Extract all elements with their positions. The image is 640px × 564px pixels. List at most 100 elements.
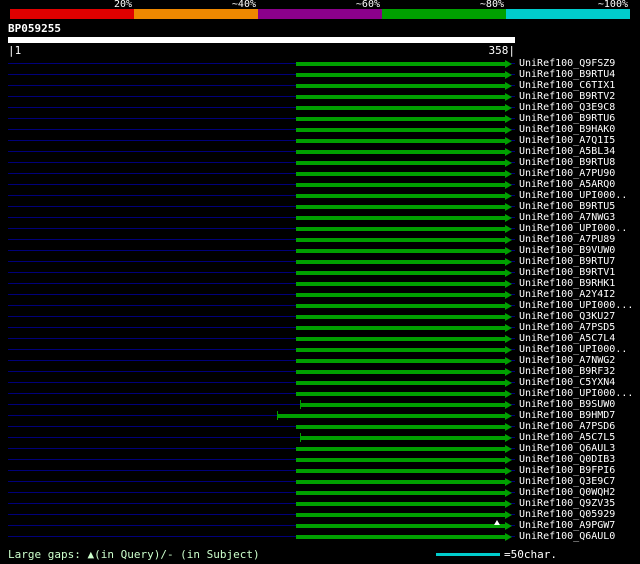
hit-row: UniRef100_B9RTU5 bbox=[0, 201, 640, 212]
alignment-bar[interactable] bbox=[296, 293, 505, 297]
alignment-bar[interactable] bbox=[296, 271, 505, 275]
alignment-bar[interactable] bbox=[296, 524, 505, 528]
alignment-bar[interactable] bbox=[296, 161, 505, 165]
alignment-bar[interactable] bbox=[296, 128, 505, 132]
alignment-bar[interactable] bbox=[296, 513, 505, 517]
alignment-bar[interactable] bbox=[296, 469, 505, 473]
alignment-bar[interactable] bbox=[296, 106, 505, 110]
hit-label[interactable]: UniRef100_A7PU90 bbox=[519, 168, 615, 179]
hit-label[interactable]: UniRef100_Q9FSZ9 bbox=[519, 58, 615, 69]
alignment-bar[interactable] bbox=[296, 117, 505, 121]
hit-label[interactable]: UniRef100_UPI000... bbox=[519, 388, 633, 399]
alignment-bar[interactable] bbox=[296, 216, 505, 220]
alignment-bar[interactable] bbox=[296, 183, 505, 187]
hit-label[interactable]: UniRef100_A5ARQ0 bbox=[519, 179, 615, 190]
alignment-bar[interactable] bbox=[277, 414, 505, 418]
hit-label[interactable]: UniRef100_B9RF32 bbox=[519, 366, 615, 377]
hit-label[interactable]: UniRef100_C5YXN4 bbox=[519, 377, 615, 388]
alignment-bar[interactable] bbox=[296, 249, 505, 253]
hit-label[interactable]: UniRef100_B9RTU5 bbox=[519, 201, 615, 212]
hit-label[interactable]: UniRef100_A7NWG3 bbox=[519, 212, 615, 223]
alignment-bar[interactable] bbox=[300, 436, 505, 440]
hit-label[interactable]: UniRef100_Q3E9C7 bbox=[519, 476, 615, 487]
hit-label[interactable]: UniRef100_A7PU89 bbox=[519, 234, 615, 245]
alignment-bar[interactable] bbox=[296, 381, 505, 385]
hit-label[interactable]: UniRef100_B9RHK1 bbox=[519, 278, 615, 289]
alignment-bar[interactable] bbox=[296, 282, 505, 286]
alignment-bar[interactable] bbox=[296, 337, 505, 341]
alignment-bar[interactable] bbox=[296, 480, 505, 484]
large-gap-marker-icon bbox=[494, 520, 500, 525]
alignment-bar[interactable] bbox=[296, 172, 505, 176]
hit-label[interactable]: UniRef100_A7NWG2 bbox=[519, 355, 615, 366]
hit-label[interactable]: UniRef100_UPI000.. bbox=[519, 344, 627, 355]
hit-label[interactable]: UniRef100_B9FPI6 bbox=[519, 465, 615, 476]
hit-label[interactable]: UniRef100_B9RTU6 bbox=[519, 113, 615, 124]
scale-label: 20% bbox=[113, 0, 132, 10]
hit-label[interactable]: UniRef100_Q0DIB3 bbox=[519, 454, 615, 465]
alignment-arrowhead-icon bbox=[505, 148, 512, 156]
alignment-bar[interactable] bbox=[296, 227, 505, 231]
blast-graphic-overview: 20% ~40% ~60% ~80% ~100% BP059255 |1 358| Un… bbox=[0, 0, 640, 564]
hit-label[interactable]: UniRef100_C6TIX1 bbox=[519, 80, 615, 91]
alignment-bar[interactable] bbox=[296, 194, 505, 198]
hit-row: UniRef100_UPI000... bbox=[0, 388, 640, 399]
hit-label[interactable]: UniRef100_A5C7L4 bbox=[519, 333, 615, 344]
hit-label[interactable]: UniRef100_B9SUW0 bbox=[519, 399, 615, 410]
alignment-bar[interactable] bbox=[296, 260, 505, 264]
alignment-bar[interactable] bbox=[296, 535, 505, 539]
hit-label[interactable]: UniRef100_B9RTU4 bbox=[519, 69, 615, 80]
hit-row: UniRef100_C6TIX1 bbox=[0, 80, 640, 91]
alignment-arrowhead-icon bbox=[505, 522, 512, 530]
alignment-bar[interactable] bbox=[296, 73, 505, 77]
alignment-bar[interactable] bbox=[296, 458, 505, 462]
alignment-bar[interactable] bbox=[296, 348, 505, 352]
hit-label[interactable]: UniRef100_Q3KU27 bbox=[519, 311, 615, 322]
alignment-bar[interactable] bbox=[296, 447, 505, 451]
hit-label[interactable]: UniRef100_Q05929 bbox=[519, 509, 615, 520]
alignment-bar[interactable] bbox=[296, 392, 505, 396]
alignment-bar[interactable] bbox=[300, 403, 505, 407]
alignment-bar[interactable] bbox=[296, 304, 505, 308]
hit-label[interactable]: UniRef100_UPI000.. bbox=[519, 223, 627, 234]
hit-label[interactable]: UniRef100_B9RTU7 bbox=[519, 256, 615, 267]
alignment-bar[interactable] bbox=[296, 84, 505, 88]
alignment-bar[interactable] bbox=[296, 491, 505, 495]
alignment-bar[interactable] bbox=[296, 139, 505, 143]
hit-label[interactable]: UniRef100_B9VUW0 bbox=[519, 245, 615, 256]
alignment-bar[interactable] bbox=[296, 150, 505, 154]
hit-label[interactable]: UniRef100_Q0WQH2 bbox=[519, 487, 615, 498]
hit-label[interactable]: UniRef100_Q6AUL3 bbox=[519, 443, 615, 454]
hit-label[interactable]: UniRef100_A5C7L5 bbox=[519, 432, 615, 443]
alignment-bar[interactable] bbox=[296, 370, 505, 374]
alignment-bar[interactable] bbox=[296, 205, 505, 209]
alignment-bar[interactable] bbox=[296, 315, 505, 319]
hit-label[interactable]: UniRef100_A5BL34 bbox=[519, 146, 615, 157]
alignment-bar[interactable] bbox=[296, 326, 505, 330]
hit-label[interactable]: UniRef100_A7Q1I5 bbox=[519, 135, 615, 146]
hit-label[interactable]: UniRef100_B9HAK0 bbox=[519, 124, 615, 135]
hit-label[interactable]: UniRef100_B9RTU8 bbox=[519, 157, 615, 168]
hit-row: UniRef100_A7PSD5 bbox=[0, 322, 640, 333]
hit-row: UniRef100_A7NWG2 bbox=[0, 355, 640, 366]
hit-label[interactable]: UniRef100_UPI000.. bbox=[519, 190, 627, 201]
hit-label[interactable]: UniRef100_UPI000... bbox=[519, 300, 633, 311]
alignment-bar[interactable] bbox=[296, 359, 505, 363]
hit-label[interactable]: UniRef100_B9RTV2 bbox=[519, 91, 615, 102]
alignment-bar[interactable] bbox=[296, 62, 505, 66]
hit-label[interactable]: UniRef100_Q9ZV35 bbox=[519, 498, 615, 509]
hit-label[interactable]: UniRef100_A2Y4I2 bbox=[519, 289, 615, 300]
alignment-bar[interactable] bbox=[296, 425, 505, 429]
hit-label[interactable]: UniRef100_B9HMD7 bbox=[519, 410, 615, 421]
hit-label[interactable]: UniRef100_B9RTV1 bbox=[519, 267, 615, 278]
hit-label[interactable]: UniRef100_Q6AUL0 bbox=[519, 531, 615, 542]
alignment-bar[interactable] bbox=[296, 238, 505, 242]
hit-label[interactable]: UniRef100_A7PSD6 bbox=[519, 421, 615, 432]
scale-segment bbox=[258, 9, 382, 19]
hit-row: UniRef100_B9RTU6 bbox=[0, 113, 640, 124]
alignment-bar[interactable] bbox=[296, 502, 505, 506]
hit-label[interactable]: UniRef100_Q3E9C8 bbox=[519, 102, 615, 113]
hit-label[interactable]: UniRef100_A9PGW7 bbox=[519, 520, 615, 531]
alignment-bar[interactable] bbox=[296, 95, 505, 99]
hit-label[interactable]: UniRef100_A7PSD5 bbox=[519, 322, 615, 333]
